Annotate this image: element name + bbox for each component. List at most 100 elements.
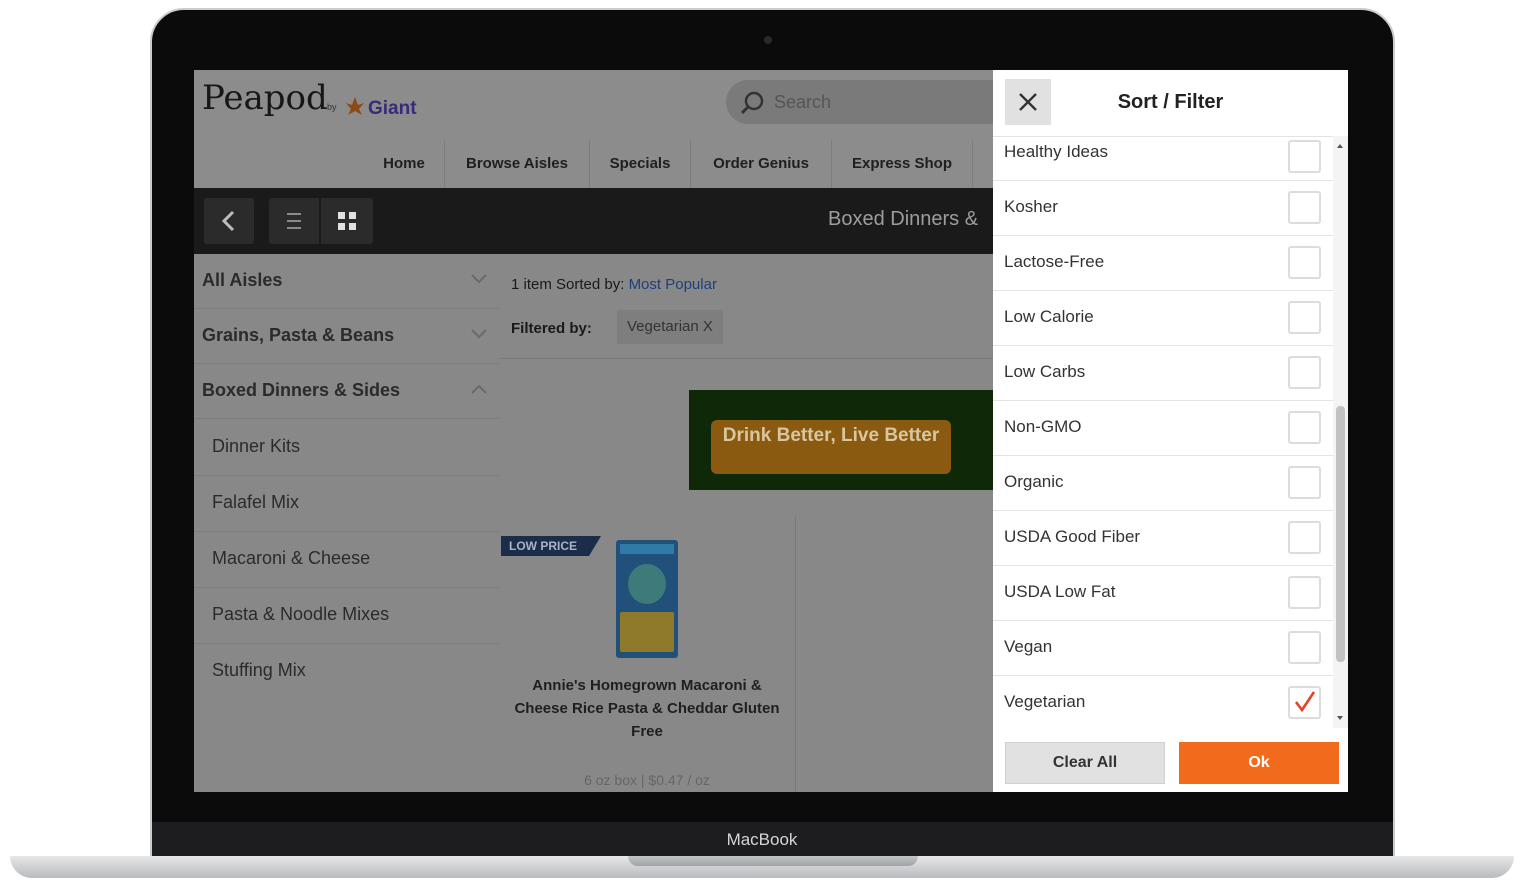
filter-option-label: Vegan [1004, 637, 1053, 656]
filter-option-vegetarian[interactable]: Vegetarian [993, 676, 1333, 731]
sidebar-subitem-label: Stuffing Mix [212, 660, 306, 680]
panel-footer: Clear All Ok [993, 728, 1348, 792]
sidebar-subitem-falafel-mix[interactable]: Falafel Mix [194, 476, 499, 532]
device-brand-label: MacBook [726, 830, 798, 849]
peapod-logo[interactable]: Peapod [202, 78, 328, 118]
sidebar-item-label: Boxed Dinners & Sides [202, 380, 401, 400]
view-toolbar: Boxed Dinners & [194, 188, 994, 254]
sidebar-item-label: Grains, Pasta & Beans [202, 325, 395, 345]
filter-checkbox-checked[interactable] [1288, 686, 1321, 719]
filter-option-label: Non-GMO [1004, 417, 1082, 436]
filter-option-label: Organic [1004, 472, 1064, 491]
clear-all-button[interactable]: Clear All [1005, 742, 1165, 784]
nav-browse-aisles[interactable]: Browse Aisles [445, 140, 590, 188]
filter-checkbox[interactable] [1288, 631, 1321, 664]
search-input[interactable]: Search [726, 80, 994, 124]
logo-by-text: by [327, 102, 337, 112]
filter-checkbox[interactable] [1288, 576, 1321, 609]
low-price-badge: LOW PRICE [501, 536, 601, 556]
nav-express-shop[interactable]: Express Shop [832, 140, 973, 188]
filter-checkbox[interactable] [1288, 140, 1321, 173]
filter-option-low-carbs[interactable]: Low Carbs [993, 346, 1333, 401]
sidebar-item-label: All Aisles [202, 270, 283, 290]
category-title: Boxed Dinners & [828, 208, 979, 230]
filter-option-label: Kosher [1004, 197, 1058, 216]
sidebar-subitem-stuffing-mix[interactable]: Stuffing Mix [194, 644, 499, 700]
filter-chip-vegetarian[interactable]: Vegetarian X [617, 310, 723, 344]
divider [499, 358, 994, 359]
promo-banner[interactable]: Drink Better, Live Better [689, 390, 994, 490]
product-name[interactable]: Annie's Homegrown Macaroni & Cheese Rice… [511, 674, 783, 743]
panel-title: Sort / Filter [1117, 91, 1224, 113]
search-placeholder: Search [774, 92, 832, 112]
product-image-pasta [620, 612, 674, 652]
list-view-icon [287, 213, 301, 229]
sidebar-subitem-label: Pasta & Noodle Mixes [212, 604, 390, 624]
sidebar-subitem-pasta-noodle-mixes[interactable]: Pasta & Noodle Mixes [194, 588, 499, 644]
sidebar-subitem-dinner-kits[interactable]: Dinner Kits [194, 420, 499, 476]
panel-scrollbar[interactable] [1333, 136, 1348, 728]
site-header: Peapod by Giant Search Home Browse Aisle… [194, 70, 994, 188]
nav-order-genius[interactable]: Order Genius [691, 140, 832, 188]
filter-option-label: USDA Low Fat [1004, 582, 1116, 601]
filter-option-usda-good-fiber[interactable]: USDA Good Fiber [993, 511, 1333, 566]
results-count: 1 item Sorted by: [511, 276, 625, 293]
chevron-up-icon [471, 384, 487, 394]
filter-option-label: Low Carbs [1004, 362, 1086, 381]
results-summary: 1 item Sorted by: Most Popular [511, 276, 717, 293]
filter-option-lactose-free[interactable]: Lactose-Free [993, 236, 1333, 291]
filter-checkbox[interactable] [1288, 191, 1321, 224]
filter-option-label: Healthy Ideas [1004, 142, 1108, 161]
nav-home[interactable]: Home [364, 140, 445, 188]
scroll-down-arrow-icon[interactable] [1337, 716, 1343, 720]
giant-logo: Giant [344, 92, 417, 120]
filter-option-organic[interactable]: Organic [993, 456, 1333, 511]
filter-option-vegan[interactable]: Vegan [993, 621, 1333, 676]
filter-option-label: Low Calorie [1004, 307, 1094, 326]
filter-checkbox[interactable] [1288, 356, 1321, 389]
grid-view-button[interactable] [321, 198, 373, 244]
chevron-down-icon [471, 274, 487, 284]
filter-option-label: Lactose-Free [1004, 252, 1105, 271]
laptop-notch [628, 856, 918, 866]
filter-checkbox[interactable] [1288, 301, 1321, 334]
sidebar-subitem-label: Dinner Kits [212, 436, 301, 456]
nav-specials[interactable]: Specials [590, 140, 691, 188]
camera-icon [764, 36, 772, 44]
filter-option-label: Vegetarian [1004, 692, 1086, 711]
scroll-thumb[interactable] [1336, 406, 1345, 662]
store-page: Peapod by Giant Search Home Browse Aisle… [194, 70, 994, 792]
product-image[interactable] [616, 540, 678, 658]
chevron-left-icon [221, 210, 235, 232]
sidebar-subitem-macaroni-cheese[interactable]: Macaroni & Cheese [194, 532, 499, 588]
sidebar-item-all-aisles[interactable]: All Aisles [194, 254, 499, 309]
ok-button[interactable]: Ok [1179, 742, 1339, 784]
filter-checkbox[interactable] [1288, 246, 1321, 279]
filter-checkbox[interactable] [1288, 466, 1321, 499]
grid-view-icon [338, 212, 356, 230]
filter-option-healthy-ideas[interactable]: Healthy Ideas [993, 126, 1333, 181]
sidebar-item-boxed-dinners-sides[interactable]: Boxed Dinners & Sides [194, 364, 499, 419]
filter-option-kosher[interactable]: Kosher [993, 181, 1333, 236]
scroll-up-arrow-icon[interactable] [1337, 144, 1343, 148]
product-card[interactable]: LOW PRICE Annie's Homegrown Macaroni & C… [499, 516, 796, 792]
checkmark-icon [1294, 691, 1316, 713]
sidebar-item-grains-pasta-beans[interactable]: Grains, Pasta & Beans [194, 309, 499, 364]
filter-checkbox[interactable] [1288, 521, 1321, 554]
app-screen: Peapod by Giant Search Home Browse Aisle… [194, 70, 1348, 792]
list-view-button[interactable] [269, 198, 319, 244]
sort-filter-panel: Sort / Filter Healthy Ideas Kosher Lacto… [993, 70, 1348, 792]
giant-logo-text: Giant [368, 98, 417, 119]
filter-option-label: USDA Good Fiber [1004, 527, 1141, 546]
sort-link[interactable]: Most Popular [629, 276, 717, 293]
promo-button[interactable]: Drink Better, Live Better [711, 420, 951, 474]
sidebar-subitem-label: Falafel Mix [212, 492, 300, 512]
filter-option-non-gmo[interactable]: Non-GMO [993, 401, 1333, 456]
filter-option-low-calorie[interactable]: Low Calorie [993, 291, 1333, 346]
filter-checkbox[interactable] [1288, 411, 1321, 444]
results-area: 1 item Sorted by: Most Popular Filtered … [499, 254, 994, 792]
filtered-by-label: Filtered by: [511, 320, 592, 337]
back-button[interactable] [204, 198, 254, 244]
product-image-top [620, 544, 674, 554]
filter-option-usda-low-fat[interactable]: USDA Low Fat [993, 566, 1333, 621]
